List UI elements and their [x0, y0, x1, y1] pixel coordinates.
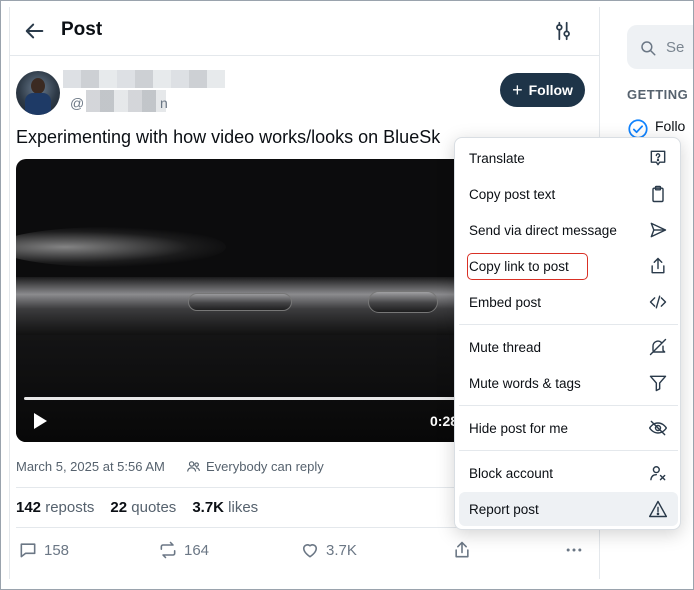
follow-button[interactable]: + Follow	[500, 73, 585, 107]
post-actions: 158 164 3.7K	[16, 540, 596, 566]
search-placeholder: Se	[666, 39, 685, 56]
post-header: Post	[10, 7, 599, 56]
mute-thread-icon	[649, 338, 667, 356]
code-icon	[649, 295, 667, 309]
reposts-stat[interactable]: 142 reposts	[16, 499, 94, 516]
post-date: March 5, 2025 at 5:56 AM	[16, 459, 165, 474]
follow-label: Follow	[528, 82, 573, 98]
menu-item-hide-post[interactable]: Hide post for me	[459, 411, 678, 445]
filter-icon	[649, 375, 667, 392]
likes-stat[interactable]: 3.7K likes	[192, 499, 258, 516]
eye-off-icon	[648, 420, 668, 436]
back-arrow-icon[interactable]	[24, 20, 46, 42]
like-button[interactable]: 3.7K	[300, 540, 357, 560]
more-options-button[interactable]	[564, 540, 584, 560]
ellipsis-icon	[566, 548, 582, 552]
reply-icon	[20, 543, 36, 558]
play-icon[interactable]	[30, 411, 50, 431]
share-icon	[651, 257, 665, 274]
menu-item-mute-thread[interactable]: Mute thread	[459, 330, 678, 364]
share-button[interactable]	[452, 540, 472, 560]
getting-started-heading: GETTING	[627, 87, 689, 102]
menu-item-block-account[interactable]: Block account	[459, 456, 678, 490]
menu-item-report-post[interactable]: Report post	[459, 492, 678, 526]
like-count: 3.7K	[326, 541, 357, 559]
reply-setting: Everybody can reply	[186, 459, 324, 474]
author-name-redacted[interactable]	[63, 70, 225, 88]
repost-count: 164	[184, 541, 210, 559]
share-icon	[455, 541, 469, 558]
heart-icon	[302, 544, 318, 558]
repost-icon	[160, 541, 176, 559]
post-stats: 142 reposts 22 quotes 3.7K likes	[16, 499, 258, 516]
menu-item-copy-post-text[interactable]: Copy post text	[459, 177, 678, 211]
menu-item-send-direct-message[interactable]: Send via direct message	[459, 213, 678, 247]
clipboard-icon	[652, 185, 664, 203]
video-progress-bar[interactable]	[24, 397, 484, 400]
page-title: Post	[61, 19, 103, 40]
author-handle-prefix: @	[70, 95, 85, 111]
post-context-menu: Translate Copy post text Send via direct…	[454, 137, 681, 530]
video-player[interactable]: 0:28	[16, 159, 486, 442]
sliders-icon[interactable]	[552, 20, 574, 42]
menu-item-embed-post[interactable]: Embed post	[459, 285, 678, 319]
app-window: Post @ n + Follow Experimenting with how…	[0, 0, 694, 590]
author-handle-suffix: n	[160, 95, 168, 111]
reply-button[interactable]: 158	[18, 540, 69, 560]
send-icon	[650, 222, 667, 238]
author-handle-redacted	[86, 90, 166, 112]
reply-setting-label: Everybody can reply	[206, 459, 324, 474]
block-user-icon	[650, 466, 666, 481]
reply-count: 158	[44, 541, 70, 559]
search-icon	[641, 41, 656, 56]
plus-icon: +	[512, 80, 523, 100]
menu-item-mute-words[interactable]: Mute words & tags	[459, 366, 678, 400]
repost-button[interactable]: 164	[158, 540, 209, 560]
menu-divider	[459, 324, 678, 325]
quotes-stat[interactable]: 22 quotes	[110, 499, 176, 516]
getting-started-task[interactable]: Follo	[655, 118, 685, 134]
people-icon	[187, 461, 200, 472]
menu-divider	[459, 450, 678, 451]
avatar[interactable]	[16, 71, 60, 115]
annotation-highlight-box	[467, 253, 588, 280]
menu-divider	[459, 405, 678, 406]
menu-item-translate[interactable]: Translate	[459, 141, 678, 175]
warning-icon	[648, 500, 668, 518]
translate-icon	[650, 150, 666, 166]
